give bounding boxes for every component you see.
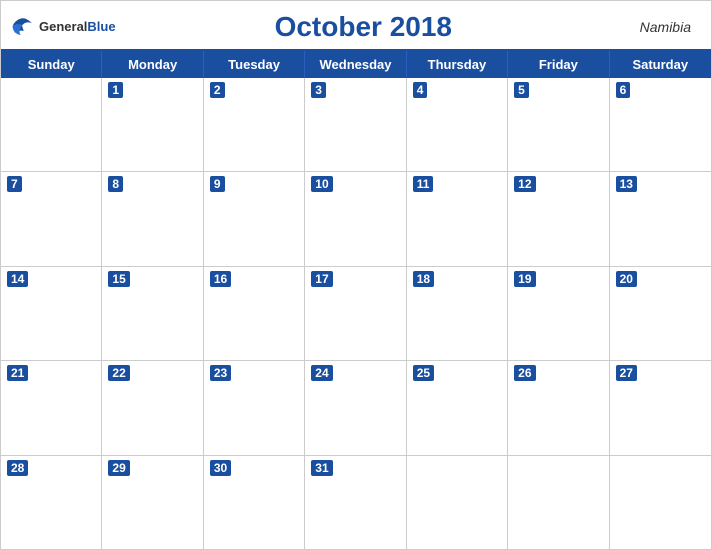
day-number: 21 [7,365,28,381]
week-row-3: 14 15 16 17 18 19 20 [1,267,711,361]
day-cell: 22 [102,361,203,454]
day-number: 29 [108,460,129,476]
calendar-container: GeneralBlue October 2018 Namibia Sunday … [0,0,712,550]
header-tuesday: Tuesday [204,51,305,78]
day-number: 10 [311,176,332,192]
day-number: 14 [7,271,28,287]
day-number: 4 [413,82,428,98]
day-cell [508,456,609,549]
day-number: 8 [108,176,123,192]
day-number: 13 [616,176,637,192]
day-cell: 19 [508,267,609,360]
day-number: 12 [514,176,535,192]
day-cell: 17 [305,267,406,360]
day-cell: 8 [102,172,203,265]
day-number: 9 [210,176,225,192]
week-row-5: 28 29 30 31 [1,456,711,549]
header-monday: Monday [102,51,203,78]
header-saturday: Saturday [610,51,711,78]
day-cell: 10 [305,172,406,265]
day-cell: 7 [1,172,102,265]
day-cell: 24 [305,361,406,454]
country-label: Namibia [611,19,691,35]
calendar-header: GeneralBlue October 2018 Namibia [1,1,711,49]
day-cell: 16 [204,267,305,360]
week-row-2: 7 8 9 10 11 12 13 [1,172,711,266]
day-number: 11 [413,176,434,192]
day-number: 7 [7,176,22,192]
header-sunday: Sunday [1,51,102,78]
day-cell: 18 [407,267,508,360]
day-number: 20 [616,271,637,287]
logo-general: General [39,19,87,34]
day-cell: 9 [204,172,305,265]
day-cell [1,78,102,171]
day-cell: 27 [610,361,711,454]
day-number: 24 [311,365,332,381]
day-cell: 5 [508,78,609,171]
month-year-title: October 2018 [116,11,611,43]
day-number: 6 [616,82,631,98]
day-cell: 3 [305,78,406,171]
day-cell [610,456,711,549]
day-number: 19 [514,271,535,287]
header-wednesday: Wednesday [305,51,406,78]
day-number: 5 [514,82,529,98]
day-number: 2 [210,82,225,98]
day-cell: 12 [508,172,609,265]
day-cell: 28 [1,456,102,549]
weeks-container: 1234567891011121314151617181920212223242… [1,78,711,549]
day-cell: 1 [102,78,203,171]
logo-bird-icon [11,16,35,38]
week-row-1: 1 2 3 4 5 6 [1,78,711,172]
day-cell: 31 [305,456,406,549]
logo-blue: Blue [87,19,115,34]
day-cell: 4 [407,78,508,171]
day-cell: 15 [102,267,203,360]
day-number: 18 [413,271,434,287]
day-number: 27 [616,365,637,381]
header-thursday: Thursday [407,51,508,78]
day-number: 31 [311,460,332,476]
day-number: 28 [7,460,28,476]
logo-text: GeneralBlue [39,18,116,36]
day-cell: 2 [204,78,305,171]
day-cell: 11 [407,172,508,265]
calendar-grid: Sunday Monday Tuesday Wednesday Thursday… [1,49,711,549]
day-cell: 21 [1,361,102,454]
day-number: 22 [108,365,129,381]
day-number: 26 [514,365,535,381]
day-cell: 13 [610,172,711,265]
day-cell: 6 [610,78,711,171]
day-number: 23 [210,365,231,381]
day-number: 17 [311,271,332,287]
day-cell: 25 [407,361,508,454]
day-number: 25 [413,365,434,381]
day-cell: 20 [610,267,711,360]
day-number: 30 [210,460,231,476]
day-number: 16 [210,271,231,287]
header-friday: Friday [508,51,609,78]
week-row-4: 21 22 23 24 25 26 27 [1,361,711,455]
days-header: Sunday Monday Tuesday Wednesday Thursday… [1,51,711,78]
day-number: 15 [108,271,129,287]
logo-area: GeneralBlue [11,16,116,38]
day-number: 1 [108,82,123,98]
day-cell: 26 [508,361,609,454]
day-cell: 30 [204,456,305,549]
day-cell: 14 [1,267,102,360]
day-number: 3 [311,82,326,98]
day-cell [407,456,508,549]
day-cell: 23 [204,361,305,454]
day-cell: 29 [102,456,203,549]
